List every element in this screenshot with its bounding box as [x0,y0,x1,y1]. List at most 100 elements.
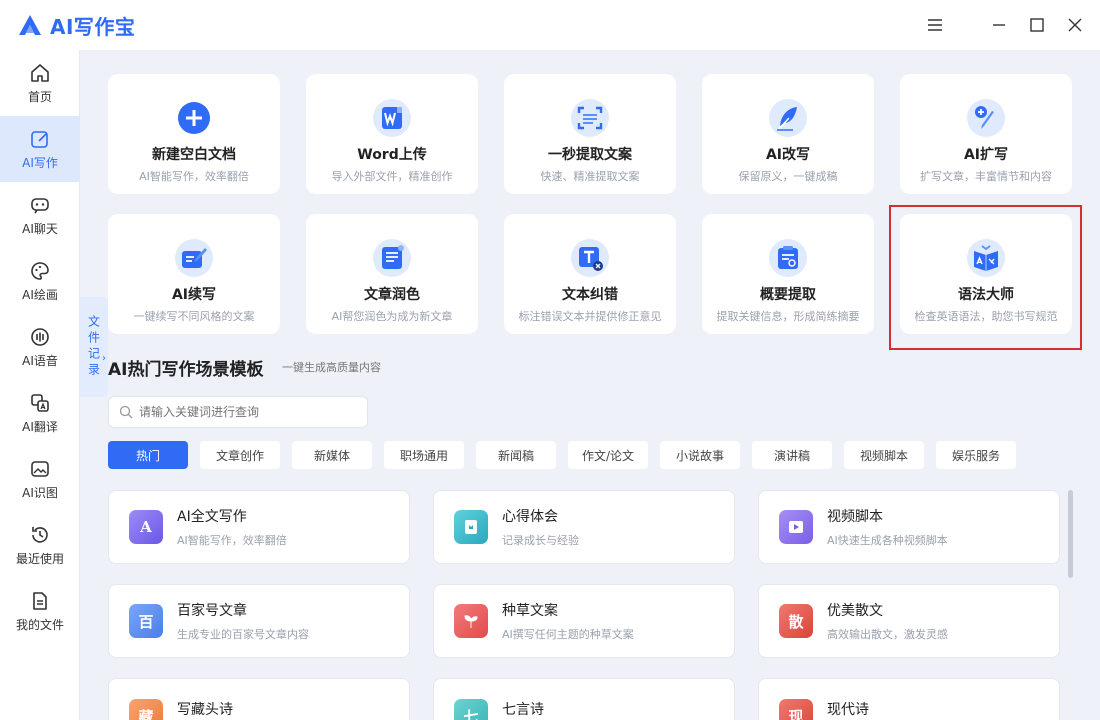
scrollbar[interactable] [1068,490,1073,578]
sidebar-item-ai-writing[interactable]: AI写作 [0,116,80,182]
template-card[interactable]: 视频脚本 AI快速生成各种视频脚本 [758,490,1060,564]
file-record-label: 文件记录 [86,315,101,379]
tool-desc: 保留原义，一键成稿 [738,170,838,183]
tool-desc: 提取关键信息，形成简练摘要 [716,310,860,323]
chip-article[interactable]: 文章创作 [200,441,280,469]
sidebar-item-label: AI绘画 [22,287,58,302]
tool-title: 新建空白文档 [152,147,236,163]
template-search[interactable] [108,396,368,428]
maximize-button[interactable] [1018,7,1056,43]
tool-card-summary-extract[interactable]: 概要提取 提取关键信息，形成简练摘要 [702,214,874,334]
template-card[interactable]: 藏 写藏头诗 [108,678,410,720]
file-record-tab[interactable]: 文件记录 › [80,297,108,397]
tool-card-ai-continue[interactable]: AI续写 一键续写不同风格的文案 [108,214,280,334]
template-desc: AI智能写作，效率翻倍 [177,534,287,547]
sidebar-item-recent[interactable]: 最近使用 [0,512,80,578]
template-desc: AI撰写任何主题的种草文案 [502,628,634,641]
template-card[interactable]: 散 优美散文 高效输出散文，激发灵感 [758,584,1060,658]
sidebar-item-ai-painting[interactable]: AI绘画 [0,248,80,314]
tool-desc: AI帮您润色为成为新文章 [331,310,453,323]
logo-icon [19,15,41,35]
file-icon [33,591,47,610]
search-input[interactable] [139,405,359,419]
template-title: AI全文写作 [177,509,247,525]
tool-card-word-upload[interactable]: Word上传 导入外部文件，精准创作 [306,74,478,194]
template-desc: 记录成长与经验 [502,534,579,547]
template-title: 现代诗 [827,702,869,718]
acrostic-icon: 藏 [129,699,163,720]
menu-button[interactable] [916,7,954,43]
tool-title: AI扩写 [963,147,1009,163]
template-card[interactable]: A AI全文写作 AI智能写作，效率翻倍 [108,490,410,564]
close-button[interactable] [1056,7,1094,43]
tool-title: 文章润色 [364,287,420,303]
section-title: AI热门写作场景模板 [108,360,264,380]
template-title: 种草文案 [502,603,558,619]
sidebar-item-label: 我的文件 [15,617,64,632]
sidebar-item-ai-chat[interactable]: AI聊天 [0,182,80,248]
chip-entertainment[interactable]: 娱乐服务 [936,441,1016,469]
app-logo: AI写作宝 [18,11,135,40]
sidebar-item-my-files[interactable]: 我的文件 [0,578,80,644]
text-check-icon [571,239,609,277]
close-icon [1068,18,1082,32]
template-card[interactable]: 种草文案 AI撰写任何主题的种草文案 [433,584,735,658]
chip-video-script[interactable]: 视频脚本 [844,441,924,469]
tool-card-ai-rewrite[interactable]: AI改写 保留原义，一键成稿 [702,74,874,194]
search-icon [119,405,133,419]
pen-expand-icon [967,99,1005,137]
tool-card-extract-text[interactable]: 一秒提取文案 快速、精准提取文案 [504,74,676,194]
template-desc: AI快速生成各种视频脚本 [827,534,948,547]
template-card[interactable]: 现 现代诗 [758,678,1060,720]
template-desc: 生成专业的百家号文章内容 [177,628,309,641]
baijiahao-icon: 百 [129,604,163,638]
sidebar: 首页 AI写作 AI聊天 AI绘画 AI语音 AI翻译 AI识图 最近使用 我的… [0,50,80,720]
plus-icon [178,102,210,134]
template-title: 七言诗 [502,702,544,718]
seven-char-poem-icon: 七 [454,699,488,720]
tool-desc: 快速、精准提取文案 [540,170,640,183]
tool-card-polish[interactable]: 文章润色 AI帮您润色为成为新文章 [306,214,478,334]
template-title: 百家号文章 [177,603,247,619]
chip-essay[interactable]: 作文/论文 [568,441,648,469]
book-pen-icon [175,239,213,277]
highlight-box [889,205,1082,350]
image-icon [31,460,49,477]
tool-card-text-correction[interactable]: 文本纠错 标注错误文本并提供修正意见 [504,214,676,334]
tool-desc: 一键续写不同风格的文案 [133,310,255,323]
sidebar-item-label: AI翻译 [22,419,58,434]
chip-workplace[interactable]: 职场通用 [384,441,464,469]
tool-title: AI改写 [765,147,811,163]
template-title: 优美散文 [827,603,883,619]
chip-novel[interactable]: 小说故事 [660,441,740,469]
chip-hot[interactable]: 热门 [108,441,188,469]
home-icon [31,63,49,82]
sidebar-item-ai-image-recognition[interactable]: AI识图 [0,446,80,512]
chip-new-media[interactable]: 新媒体 [292,441,372,469]
tool-card-new-document[interactable]: 新建空白文档 AI智能写作，效率翻倍 [108,74,280,194]
chip-speech[interactable]: 演讲稿 [752,441,832,469]
tool-title: 文本纠错 [562,287,618,303]
template-card[interactable]: 心得体会 记录成长与经验 [433,490,735,564]
sidebar-item-label: AI识图 [22,485,58,500]
sidebar-item-ai-translate[interactable]: AI翻译 [0,380,80,446]
template-card[interactable]: 七 七言诗 [433,678,735,720]
template-card[interactable]: 百 百家号文章生成专业的百家号文章内容 [108,584,410,658]
edit-icon [31,130,48,148]
ai-writing-icon: A [129,510,163,544]
sidebar-item-ai-voice[interactable]: AI语音 [0,314,80,380]
sidebar-item-label: AI语音 [22,353,58,368]
tool-title: AI续写 [171,287,217,303]
tool-card-ai-expand[interactable]: AI扩写 扩写文章，丰富情节和内容 [900,74,1072,194]
sidebar-item-home[interactable]: 首页 [0,50,80,116]
sidebar-item-label: 首页 [27,89,52,104]
maximize-icon [1030,18,1044,32]
clipboard-search-icon [769,239,807,277]
minimize-button[interactable] [980,7,1018,43]
template-desc: 高效输出散文，激发灵感 [827,628,948,641]
chip-news[interactable]: 新闻稿 [476,441,556,469]
tool-desc: 导入外部文件，精准创作 [331,170,453,183]
template-title: 写藏头诗 [177,702,233,718]
palette-icon [31,261,49,280]
translate-icon [31,393,49,412]
